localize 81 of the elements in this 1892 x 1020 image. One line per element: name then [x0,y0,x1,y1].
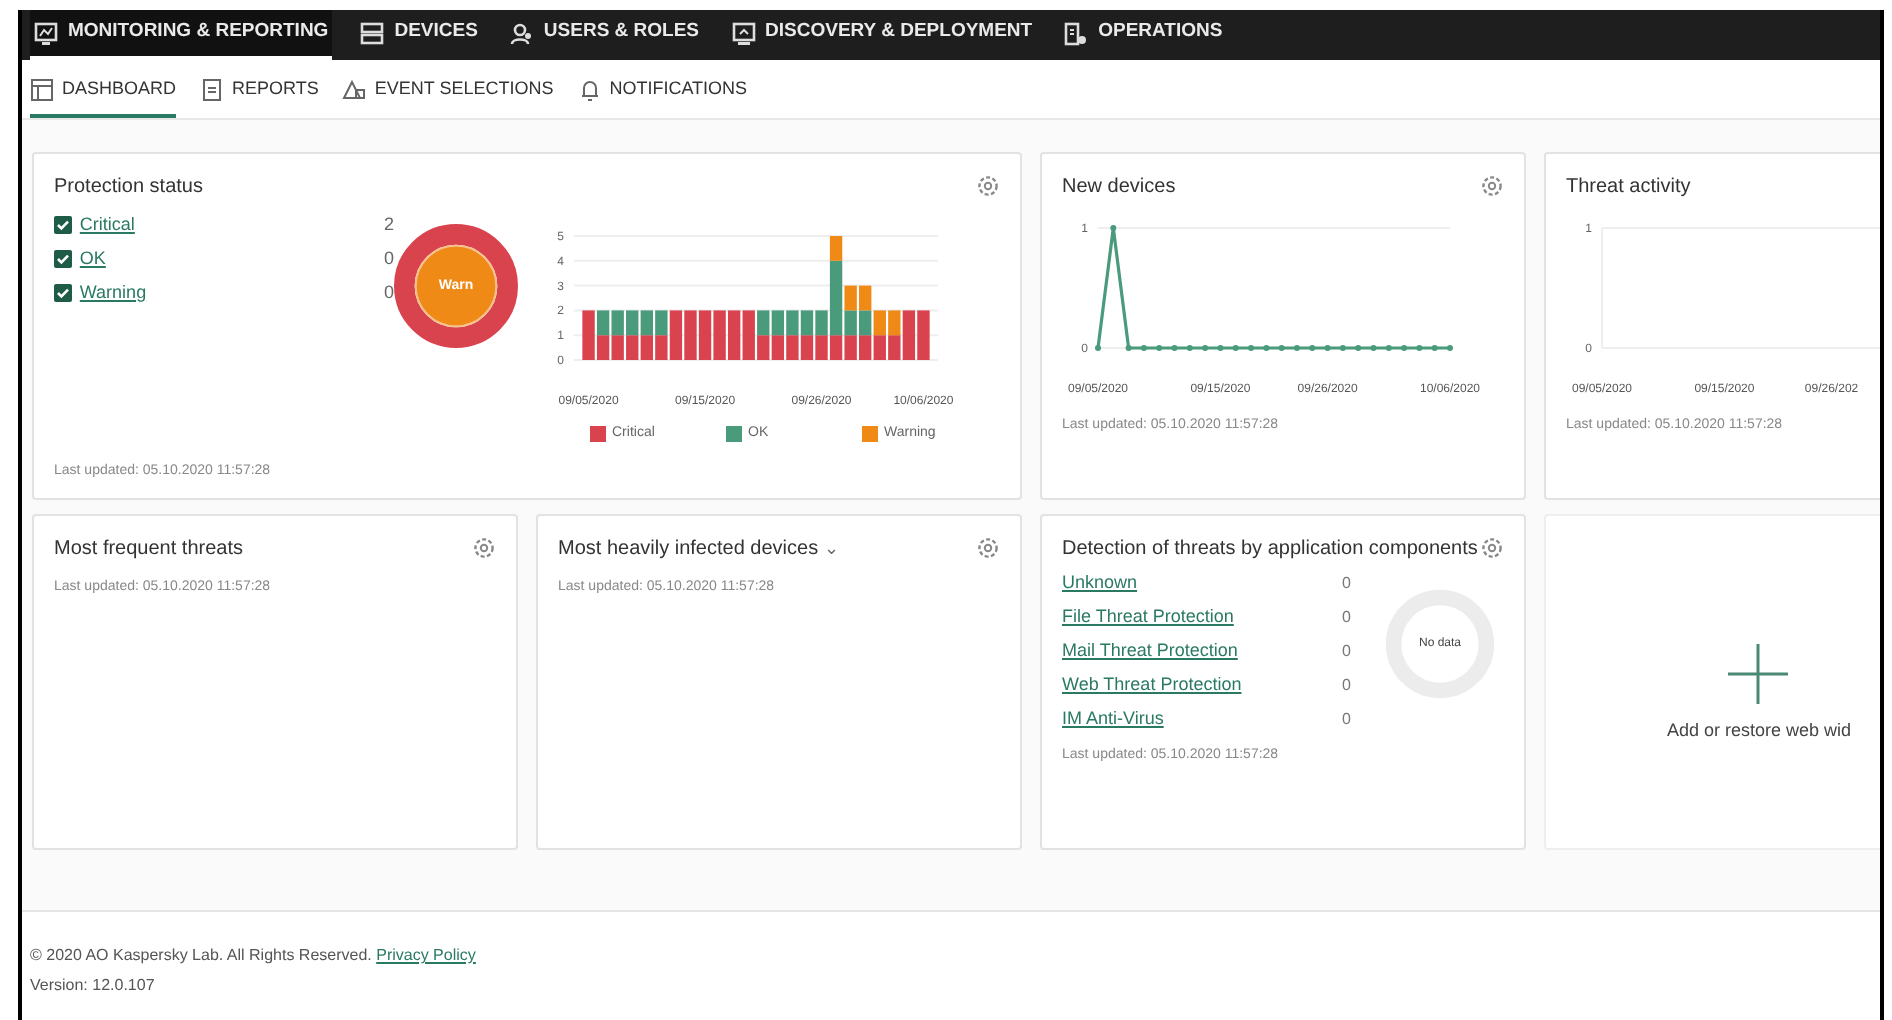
checkbox[interactable] [54,284,72,302]
checkbox[interactable] [54,216,72,234]
component-count: 0 [1342,606,1351,630]
widget-title: Threat activity [1566,174,1691,200]
chart-point [1355,345,1362,351]
widget-title: Protection status [54,174,203,200]
component-link[interactable]: Mail Threat Protection [1062,638,1342,666]
settings-icon[interactable] [472,536,496,560]
shapes-icon [342,77,367,101]
chart-point [1278,345,1285,351]
chart-point [1416,345,1423,351]
status-count: 2 [383,211,394,238]
settings-icon[interactable] [1480,536,1504,560]
status-link[interactable]: Warning [79,279,376,307]
add-widget-button[interactable]: Add or restore web wid [1666,642,1852,746]
legend-swatch [726,426,742,443]
privacy-policy-link[interactable]: Privacy Policy [376,946,476,964]
chart-point [1202,345,1209,351]
legend-swatch [862,426,878,443]
version-text: Version: 12.0.107 [30,974,157,998]
chart-point [1171,345,1178,351]
chart-point [1232,345,1239,351]
status-count: 0 [383,245,394,272]
nav-tab[interactable]: MONITORING & REPORTING [30,10,333,60]
nav-tab[interactable]: DEVICES [356,10,482,60]
settings-icon[interactable] [1480,174,1504,198]
chart-point [1140,345,1147,351]
checkbox[interactable] [54,250,72,268]
server-icon [360,21,385,45]
component-link[interactable]: Web Threat Protection [1062,672,1342,700]
nav-tab[interactable]: DISCOVERY & DEPLOYMENT [727,10,1037,60]
dropdown-caret[interactable]: ⌄ [824,540,841,558]
component-link[interactable]: IM Anti-Virus [1062,706,1342,734]
dashboard-icon [30,77,54,101]
users-icon [509,21,534,45]
monitor-icon [34,21,58,45]
chart-point [1156,345,1163,351]
chart-point [1186,345,1193,351]
monitor-icon [731,21,756,45]
chart-point [1385,345,1392,351]
chart-point [1309,345,1316,351]
nav-tab[interactable]: OPERATIONS [1060,10,1227,60]
chart-point [1248,345,1255,351]
chart-point [1125,345,1132,351]
widget-title: Most frequent threats [54,536,243,562]
chart-point [1095,345,1101,351]
settings-icon[interactable] [976,536,1000,560]
chart-point [1339,345,1346,351]
sub-tab[interactable]: REPORTS [200,60,319,118]
nav-tab[interactable]: USERS & ROLES [505,10,704,60]
widget-title: New devices [1062,174,1176,200]
chart-point [1431,345,1438,351]
status-count: 0 [383,279,394,306]
component-link[interactable]: Unknown [1062,570,1342,598]
chart-point [1263,345,1270,351]
chart-point [1110,225,1117,231]
copyright-text: © 2020 AO Kaspersky Lab. All Rights Reserved. [30,946,372,964]
chart-point [1324,345,1331,351]
bell-icon [577,77,602,101]
document-icon [1064,21,1089,45]
status-link[interactable]: Critical [79,211,376,239]
component-count: 0 [1342,640,1351,664]
settings-icon[interactable] [976,174,1000,198]
component-count: 0 [1342,674,1351,698]
chart-point [1447,345,1453,351]
sub-tab[interactable]: EVENT SELECTIONS [342,60,554,118]
plus-icon [1726,642,1791,707]
document-icon [200,77,225,101]
component-count: 0 [1342,708,1351,732]
widget-title: Most heavily infected devices [558,536,819,562]
chart-point [1217,345,1224,351]
component-link[interactable]: File Threat Protection [1062,604,1342,632]
widget-title: Detection of threats by application components [1062,536,1478,562]
status-link[interactable]: OK [79,245,376,273]
legend-swatch [590,426,606,443]
chart-point [1401,345,1408,351]
status-donut [394,224,518,348]
component-count: 0 [1342,572,1351,596]
chart-point [1293,345,1300,351]
chart-point [1370,345,1377,351]
sub-tab[interactable]: NOTIFICATIONS [577,60,748,118]
